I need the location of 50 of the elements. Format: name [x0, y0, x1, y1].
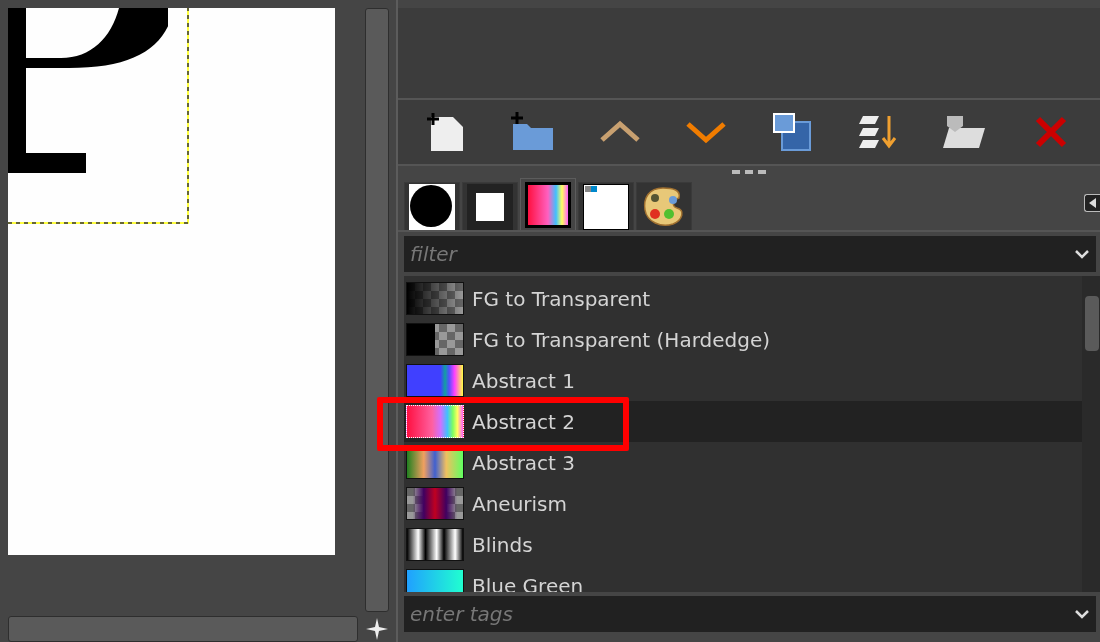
dock-tab[interactable] [404, 182, 460, 230]
new-folder-icon [511, 112, 556, 152]
gradient-name: Abstract 3 [472, 450, 576, 475]
dock-tab[interactable] [520, 178, 576, 230]
tag-label-icon [942, 114, 987, 150]
dropdown-caret-icon [1074, 249, 1090, 259]
gradient-name: Blue Green [472, 573, 584, 592]
gradient-name: Aneurism [472, 491, 568, 516]
gradient-list-item[interactable]: Blinds [404, 524, 1082, 565]
gradient-list-item[interactable]: FG to Transparent (Hardedge) [404, 319, 1082, 360]
delete-icon [1034, 116, 1067, 148]
dock-tab[interactable] [462, 182, 518, 230]
gradient-list-item[interactable]: FG to Transparent [404, 278, 1082, 319]
gradient-preview [406, 282, 464, 315]
gradient-list-item[interactable]: Aneurism [404, 483, 1082, 524]
gradient-name: Blinds [472, 532, 533, 557]
brush-circle-icon [409, 183, 455, 230]
gradient-preview [406, 528, 464, 561]
filter-field[interactable]: filter [404, 236, 1096, 272]
gradient-preview [406, 364, 464, 397]
gradient-list-item[interactable]: Abstract 1 [404, 360, 1082, 401]
gradient-list-item[interactable]: Abstract 2 [404, 401, 1082, 442]
navigate-icon[interactable] [366, 618, 388, 640]
gradient-name: Abstract 1 [472, 368, 576, 393]
pattern-square-icon [467, 183, 513, 230]
gradient-list-item[interactable]: Abstract 3 [404, 442, 1082, 483]
vertical-scrollbar[interactable] [365, 8, 389, 612]
dock-tab[interactable] [578, 182, 634, 230]
scrollbar-thumb[interactable] [1085, 296, 1099, 351]
triangle-left-icon [1088, 197, 1097, 208]
blank-page-icon [583, 183, 629, 230]
gradient-list-item[interactable]: Blue Green [404, 565, 1082, 592]
horizontal-scrollbar[interactable] [8, 616, 358, 642]
gradient-name: Abstract 2 [472, 409, 576, 434]
list-scrollbar[interactable] [1082, 276, 1100, 592]
duplicate-icon [772, 112, 813, 152]
gradient-name: FG to Transparent (Hardedge) [472, 327, 771, 352]
grip-icon[interactable] [732, 170, 766, 174]
chevron-down-icon [685, 120, 726, 144]
gradient-name: FG to Transparent [472, 286, 651, 311]
gradient-preview [406, 487, 464, 520]
gradient-swatch-icon [525, 181, 571, 228]
chevron-up-icon [599, 120, 640, 144]
dock-tab[interactable] [636, 182, 692, 230]
gradient-preview [406, 323, 464, 356]
gradient-preview [406, 405, 464, 438]
image-canvas[interactable] [8, 8, 335, 555]
tags-field[interactable]: enter tags [404, 596, 1096, 632]
dropdown-caret-icon [1074, 609, 1090, 619]
tab-menu-button[interactable] [1084, 194, 1100, 212]
